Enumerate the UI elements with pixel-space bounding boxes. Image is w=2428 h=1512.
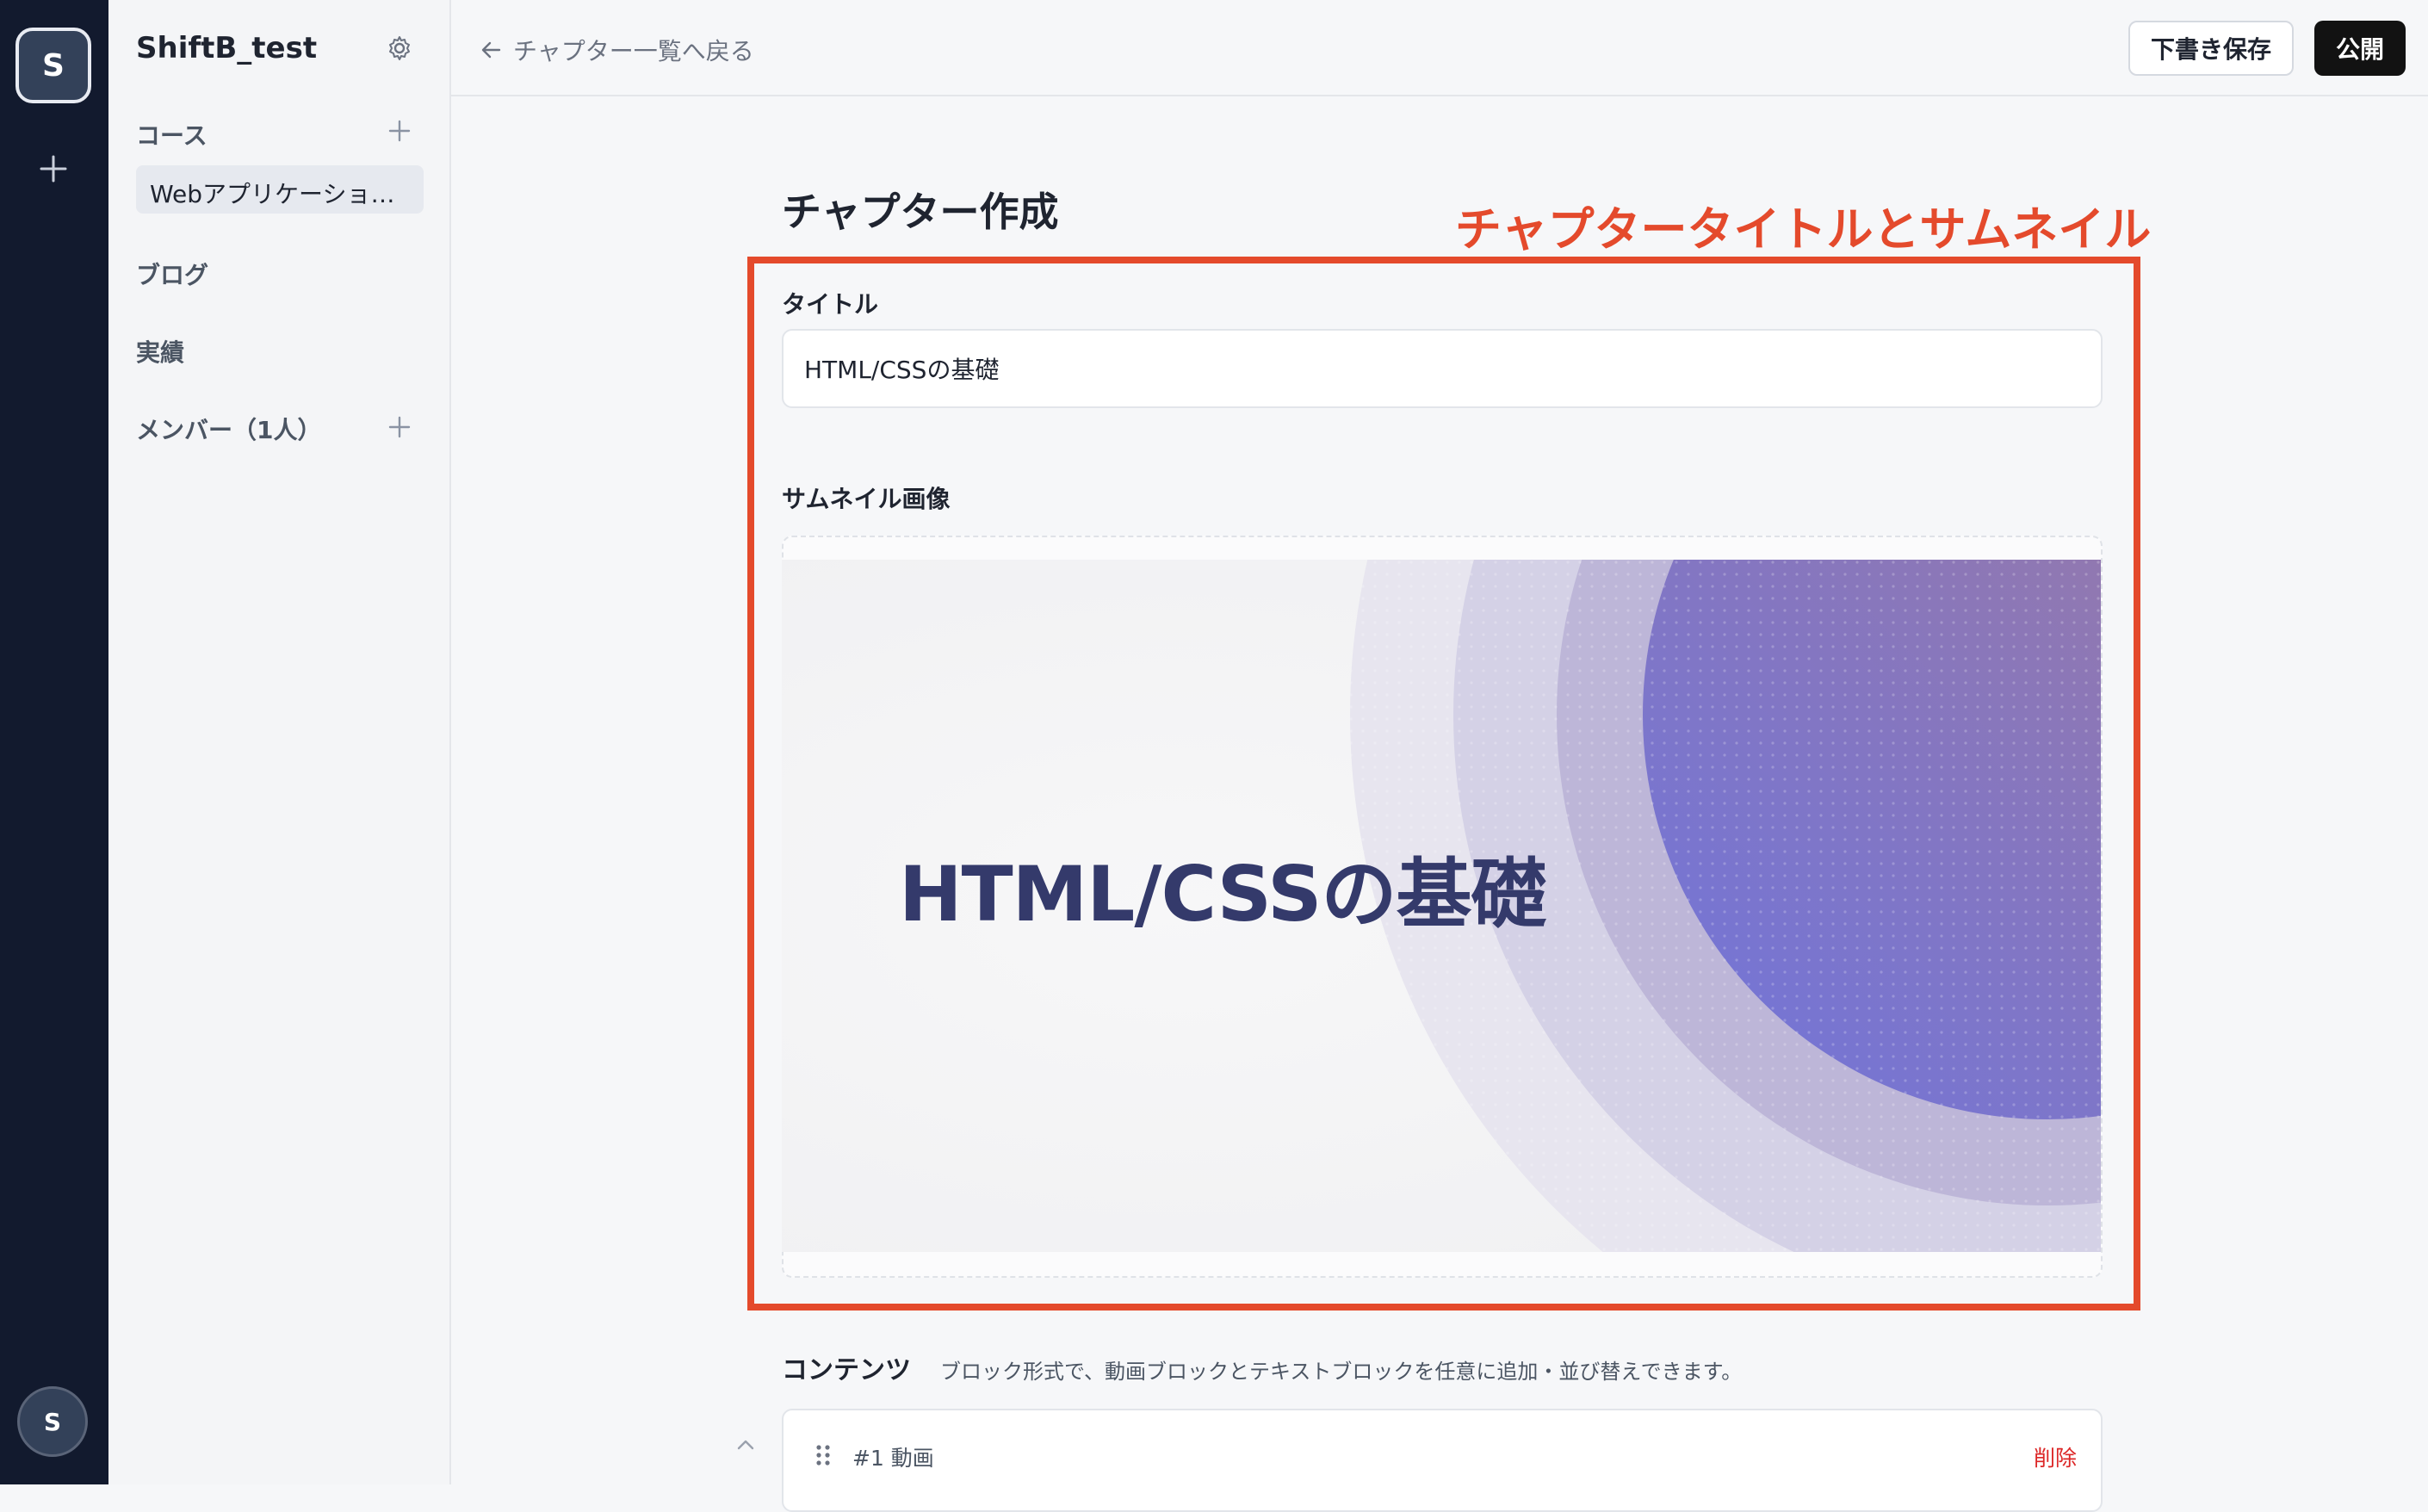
sidebar-section-courses[interactable]: コース	[136, 117, 207, 152]
block-label: #1 動画	[852, 1446, 934, 1471]
publish-button[interactable]: 公開	[2314, 21, 2406, 76]
sidebar: ShiftB_test コース Webアプリケーショ… ブログ 実績 メンバー（…	[108, 0, 451, 1484]
contents-description: ブロック形式で、動画ブロックとテキストブロックを任意に追加・並び替えできます。	[940, 1360, 1743, 1384]
add-course-icon[interactable]	[387, 119, 412, 143]
avatar[interactable]: S	[17, 1386, 88, 1457]
page-title: チャプター作成	[782, 189, 1059, 235]
back-link-label: チャプター一覧へ戻る	[513, 37, 754, 65]
top-bar: チャプター一覧へ戻る 下書き保存 公開	[451, 0, 2428, 96]
workspace-switcher-button[interactable]: S	[15, 28, 91, 103]
chevron-up-icon[interactable]	[734, 1433, 758, 1457]
title-input[interactable]: HTML/CSSの基礎	[782, 329, 2103, 408]
plus-icon[interactable]	[36, 152, 71, 186]
thumbnail-field-label: サムネイル画像	[782, 485, 951, 513]
annotation-label: チャプタータイトルとサムネイル	[1455, 202, 2152, 257]
save-draft-button[interactable]: 下書き保存	[2128, 21, 2294, 76]
sidebar-item-course[interactable]: Webアプリケーショ…	[136, 165, 424, 214]
content-block[interactable]: #1 動画 削除	[782, 1409, 2103, 1512]
sidebar-item-achievements[interactable]: 実績	[136, 334, 184, 369]
contents-title: コンテンツ	[782, 1355, 911, 1385]
thumbnail-title-text: HTML/CSSの基礎	[899, 850, 1546, 939]
drag-handle-icon[interactable]	[814, 1443, 832, 1467]
sidebar-section-members[interactable]: メンバー（1人）	[136, 412, 321, 446]
thumbnail-image[interactable]: HTML/CSSの基礎	[782, 560, 2101, 1252]
back-to-chapters-link[interactable]: チャプター一覧へ戻る	[480, 33, 754, 67]
workspace-name: ShiftB_test	[136, 31, 318, 65]
arrow-left-icon	[481, 41, 501, 59]
title-field-label: タイトル	[782, 290, 879, 319]
add-member-icon[interactable]	[387, 415, 412, 439]
delete-block-button[interactable]: 削除	[2034, 1441, 2077, 1472]
sidebar-item-blog[interactable]: ブログ	[136, 257, 208, 291]
workspace-rail: S S	[0, 0, 108, 1484]
gear-icon[interactable]	[386, 34, 413, 62]
contents-header: コンテンツ ブロック形式で、動画ブロックとテキストブロックを任意に追加・並び替え…	[782, 1348, 1742, 1386]
